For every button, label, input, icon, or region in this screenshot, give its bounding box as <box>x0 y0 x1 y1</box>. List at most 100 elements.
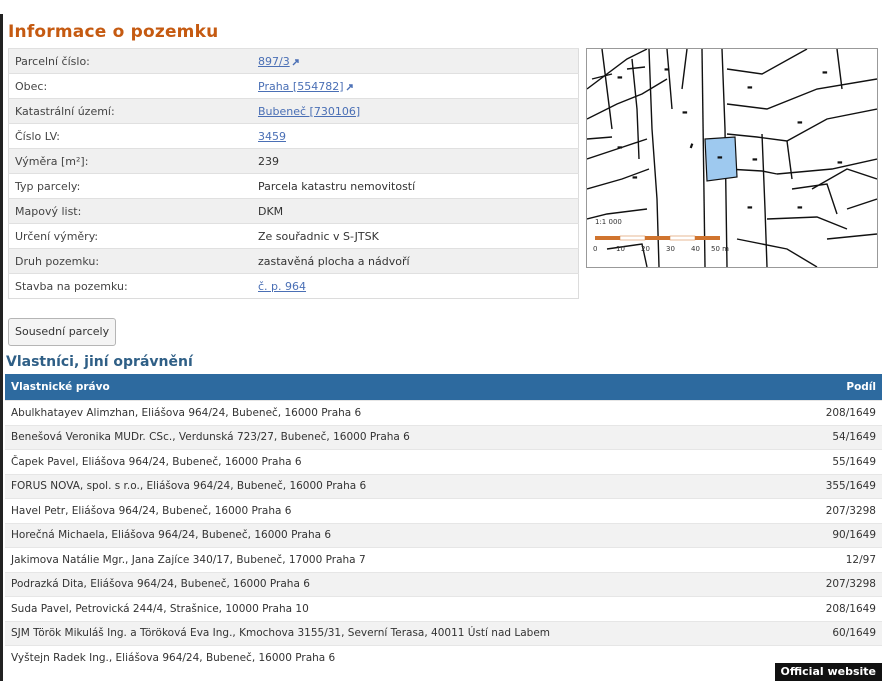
svg-text:▬: ▬ <box>617 144 623 151</box>
info-row: Stavba na pozemku: č. p. 964 <box>8 273 579 299</box>
svg-text:▬: ▬ <box>797 119 803 126</box>
svg-text:▬: ▬ <box>664 66 670 73</box>
info-label: Obec: <box>8 73 252 99</box>
info-value: Bubeneč [730106] <box>252 98 579 124</box>
owner-name: Abulkhatayev Alimzhan, Eliášova 964/24, … <box>5 400 793 425</box>
svg-text:▬: ▬ <box>632 174 638 181</box>
table-row: Čapek Pavel, Eliášova 964/24, Bubeneč, 1… <box>5 449 882 474</box>
map-scale-label: 1:1 000 <box>595 218 622 226</box>
map-scale-tick: 50 m <box>711 245 729 253</box>
info-value: DKM <box>252 198 579 224</box>
svg-text:▬: ▬ <box>682 109 688 116</box>
owner-name: Suda Pavel, Petrovická 244/4, Strašnice,… <box>5 596 793 621</box>
table-row: FORUS NOVA, spol. s r.o., Eliášova 964/2… <box>5 473 882 499</box>
info-label: Typ parcely: <box>8 173 252 199</box>
external-link-icon[interactable] <box>292 58 300 66</box>
info-value: Ze souřadnic v S-JTSK <box>252 223 579 249</box>
owner-name: Jakimova Natálie Mgr., Jana Zajíce 340/1… <box>5 547 793 572</box>
owner-share: 90/1649 <box>792 522 882 548</box>
table-row: Suda Pavel, Petrovická 244/4, Strašnice,… <box>5 596 882 621</box>
owner-name: Čapek Pavel, Eliášova 964/24, Bubeneč, 1… <box>5 449 793 474</box>
svg-text:▬: ▬ <box>747 204 753 211</box>
official-website-badge: Official website <box>774 663 882 681</box>
top-margin <box>0 0 882 14</box>
info-row: Typ parcely: Parcela katastru nemovitost… <box>8 173 579 199</box>
share-column-header: Podíl <box>792 374 882 401</box>
owner-share: 12/97 <box>792 547 882 572</box>
info-row: Výměra [m²]: 239 <box>8 148 579 174</box>
svg-text:▬: ▬ <box>687 142 696 150</box>
info-label: Výměra [m²]: <box>8 148 252 174</box>
external-link-icon[interactable] <box>346 83 354 91</box>
info-value: 3459 <box>252 123 579 149</box>
map-scale-tick: 20 <box>641 245 650 253</box>
info-label: Parcelní číslo: <box>8 48 252 74</box>
table-row: SJM Török Mikuláš Ing. a Töröková Eva In… <box>5 620 882 646</box>
municipality-link[interactable]: Praha [554782] <box>258 80 344 93</box>
info-row: Katastrální území: Bubeneč [730106] <box>8 98 579 124</box>
lv-number-link[interactable]: 3459 <box>258 130 286 143</box>
table-row: Havel Petr, Eliášova 964/24, Bubeneč, 16… <box>5 498 882 523</box>
info-row: Druh pozemku: zastavěná plocha a nádvoří <box>8 248 579 274</box>
map-scale-bar <box>595 235 720 241</box>
info-row: Mapový list: DKM <box>8 198 579 224</box>
owner-share: 54/1649 <box>792 424 882 450</box>
map-scale-tick: 30 <box>666 245 675 253</box>
info-row: Určení výměry: Ze souřadnic v S-JTSK <box>8 223 579 249</box>
info-label: Stavba na pozemku: <box>8 273 252 299</box>
info-value: zastavěná plocha a nádvoří <box>252 248 579 274</box>
info-label: Mapový list: <box>8 198 252 224</box>
owner-name: FORUS NOVA, spol. s r.o., Eliášova 964/2… <box>5 473 793 499</box>
owner-name: Havel Petr, Eliášova 964/24, Bubeneč, 16… <box>5 498 793 523</box>
owner-share: 60/1649 <box>792 620 882 646</box>
info-value: 239 <box>252 148 579 174</box>
left-frame-border <box>0 14 3 681</box>
info-value: Praha [554782] <box>252 73 579 99</box>
svg-text:▬: ▬ <box>747 84 753 91</box>
table-row: Podrazká Dita, Eliášova 964/24, Bubeneč,… <box>5 571 882 597</box>
owner-share: 208/1649 <box>792 596 882 621</box>
table-row: Horečná Michaela, Eliášova 964/24, Buben… <box>5 522 882 548</box>
info-label: Číslo LV: <box>8 123 252 149</box>
cadastral-map[interactable]: ▬ ▬ ▬ ▬ ▬ ▬ ▬ ▬ ▬ ▬ ▬ ▬ ▬ ▬ 1:1 000 0 10 20 30 40… <box>586 48 878 268</box>
info-label: Katastrální území: <box>8 98 252 124</box>
svg-text:▬: ▬ <box>617 74 623 81</box>
svg-text:▬: ▬ <box>837 159 843 166</box>
info-label: Druh pozemku: <box>8 248 252 274</box>
cadastral-area-link[interactable]: Bubeneč [730106] <box>258 105 360 118</box>
svg-text:▬: ▬ <box>752 156 758 163</box>
info-value: 897/3 <box>252 48 579 74</box>
neighbor-parcels-button[interactable]: Sousední parcely <box>8 318 117 346</box>
svg-text:▬: ▬ <box>797 204 803 211</box>
map-scale-tick: 10 <box>616 245 625 253</box>
info-value: č. p. 964 <box>252 273 579 299</box>
owner-name: Podrazká Dita, Eliášova 964/24, Bubeneč,… <box>5 571 793 597</box>
parcel-info-table: Parcelní číslo: 897/3 Obec: Praha [55478… <box>8 48 579 299</box>
owner-column-header: Vlastnické právo <box>5 374 793 401</box>
owner-share: 55/1649 <box>792 449 882 474</box>
info-label: Určení výměry: <box>8 223 252 249</box>
table-row: Jakimova Natálie Mgr., Jana Zajíce 340/1… <box>5 547 882 572</box>
owner-share: 355/1649 <box>792 473 882 499</box>
owner-share: 207/3298 <box>792 571 882 597</box>
owner-name: Benešová Veronika MUDr. CSc., Verdunská … <box>5 424 793 450</box>
parcel-info-title: Informace o pozemku <box>8 22 219 42</box>
map-drawing: ▬ ▬ ▬ ▬ ▬ ▬ ▬ ▬ ▬ ▬ ▬ ▬ ▬ ▬ 1:1 000 0 10 20 30 40… <box>587 49 877 267</box>
info-row: Obec: Praha [554782] <box>8 73 579 99</box>
svg-text:▬: ▬ <box>822 69 828 76</box>
info-value: Parcela katastru nemovitostí <box>252 173 579 199</box>
building-link[interactable]: č. p. 964 <box>258 280 306 293</box>
parcel-number-link[interactable]: 897/3 <box>258 55 290 68</box>
table-row: Benešová Veronika MUDr. CSc., Verdunská … <box>5 424 882 450</box>
owners-table: Vlastnické právo Podíl Abulkhatayev Alim… <box>5 374 882 670</box>
owner-name: Horečná Michaela, Eliášova 964/24, Buben… <box>5 522 793 548</box>
info-row: Číslo LV: 3459 <box>8 123 579 149</box>
owner-name: SJM Török Mikuláš Ing. a Töröková Eva In… <box>5 620 793 646</box>
info-row: Parcelní číslo: 897/3 <box>8 48 579 74</box>
table-row: Vyštejn Radek Ing., Eliášova 964/24, Bub… <box>5 645 882 670</box>
owners-title: Vlastníci, jiní oprávnění <box>6 354 193 370</box>
map-scale-tick: 0 <box>593 245 597 253</box>
owner-share: 208/1649 <box>792 400 882 425</box>
table-row: Abulkhatayev Alimzhan, Eliášova 964/24, … <box>5 400 882 425</box>
map-scale-tick: 40 <box>691 245 700 253</box>
